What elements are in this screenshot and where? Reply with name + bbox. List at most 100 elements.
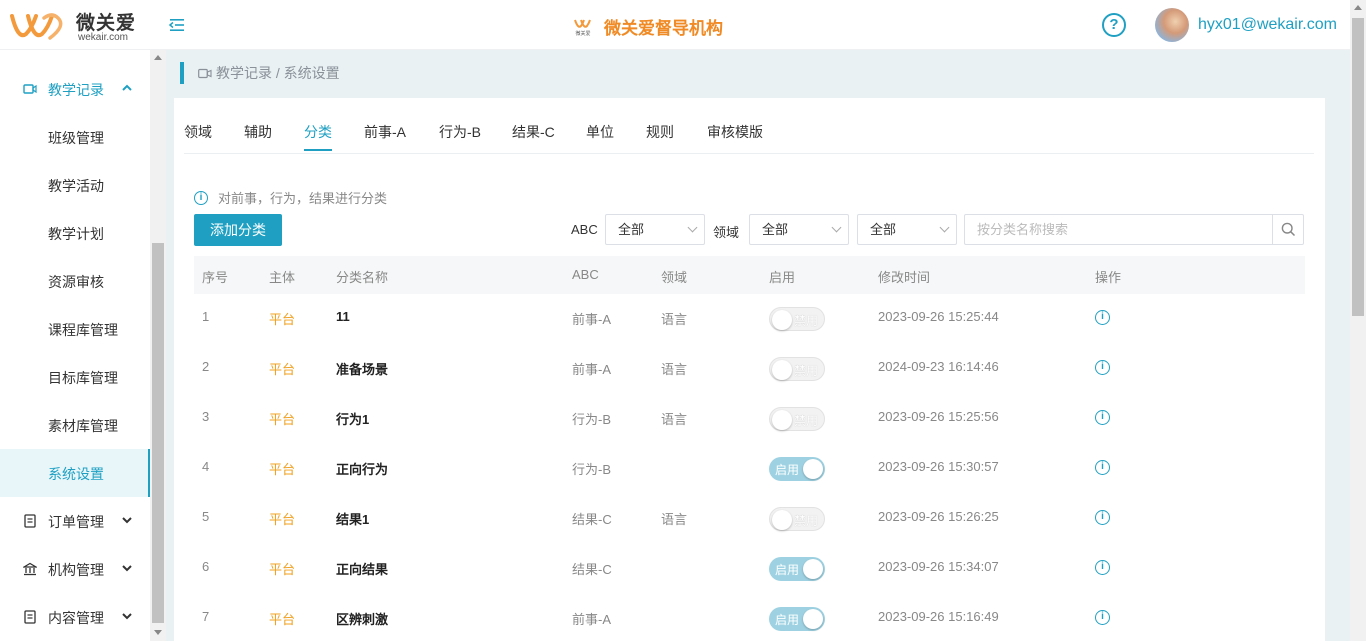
search-icon (1281, 222, 1296, 237)
cell-abc: 前事-A (572, 362, 612, 377)
enable-toggle[interactable]: 禁用 (769, 357, 825, 381)
scroll-down-arrow-icon[interactable] (154, 630, 162, 635)
org-logo-icon: 微关爱 (574, 19, 591, 37)
tab-assist[interactable]: 辅助 (244, 122, 272, 142)
sidebar-item-material-library[interactable]: 素材库管理 (0, 401, 150, 449)
table-row: 5 平台 结果1 结果-C 语言 禁用 2023-09-26 15:26:25 … (194, 494, 1305, 544)
toggle-text: 启用 (775, 563, 800, 577)
toggle-knob (772, 310, 792, 330)
enable-toggle[interactable]: 禁用 (769, 307, 825, 331)
tab-behavior-b[interactable]: 行为-B (439, 122, 481, 142)
tab-category[interactable]: 分类 (304, 122, 332, 151)
tab-domain[interactable]: 领域 (184, 122, 212, 142)
cell-abc: 结果-C (572, 562, 612, 577)
col-domain: 领域 (661, 270, 688, 285)
enable-toggle[interactable]: 启用 (769, 557, 825, 581)
nav-group-content[interactable]: 内容管理 (0, 593, 150, 641)
sidebar-item-class-management[interactable]: 班级管理 (0, 113, 150, 161)
col-abc: ABC (572, 267, 599, 282)
info-icon[interactable]: i (1095, 410, 1110, 425)
cell-abc: 行为-B (572, 412, 612, 427)
cell-name: 结果1 (336, 512, 370, 527)
nav-group-teaching-records[interactable]: 教学记录 (0, 65, 150, 113)
cell-subject: 平台 (269, 462, 296, 477)
logo-heart-icon (10, 13, 63, 40)
info-icon[interactable]: i (1095, 510, 1110, 525)
cell-index: 2 (202, 359, 210, 374)
enable-toggle[interactable]: 禁用 (769, 407, 825, 431)
sidebar-item-teaching-plan[interactable]: 教学计划 (0, 209, 150, 257)
org-name: 微关爱督导机构 (604, 18, 723, 38)
sidebar-item-teaching-activities[interactable]: 教学活动 (0, 161, 150, 209)
help-icon[interactable]: ? (1102, 13, 1126, 37)
cell-subject: 平台 (269, 562, 296, 577)
scroll-up-arrow-icon[interactable] (1354, 5, 1362, 10)
chevron-down-icon (831, 222, 842, 233)
col-enabled: 启用 (769, 270, 796, 285)
scrollbar-thumb[interactable] (1352, 18, 1364, 316)
col-actions: 操作 (1095, 270, 1122, 285)
info-icon[interactable]: i (1095, 610, 1110, 625)
enable-toggle[interactable]: 启用 (769, 457, 825, 481)
info-icon[interactable]: i (1095, 560, 1110, 575)
tab-consequence-c[interactable]: 结果-C (512, 122, 555, 142)
category-search-input[interactable] (964, 214, 1273, 245)
tab-review-template[interactable]: 审核模版 (707, 122, 763, 142)
sidebar-item-label: 课程库管理 (48, 322, 118, 338)
abc-filter-value: 全部 (618, 222, 645, 237)
cell-name: 正向结果 (336, 562, 389, 577)
cell-subject: 平台 (269, 512, 296, 527)
enable-toggle[interactable]: 禁用 (769, 507, 825, 531)
cell-domain: 语言 (661, 312, 688, 327)
domain-filter-select[interactable]: 全部 (749, 214, 849, 245)
sidebar-item-label: 素材库管理 (48, 418, 118, 434)
hint-label: 对前事，行为，结果进行分类 (218, 191, 388, 206)
sidebar-scrollbar[interactable] (150, 50, 166, 641)
nav-group-orders[interactable]: 订单管理 (0, 497, 150, 545)
avatar[interactable] (1155, 8, 1189, 42)
sidebar-item-goal-library[interactable]: 目标库管理 (0, 353, 150, 401)
tab-antecedent-a[interactable]: 前事-A (364, 122, 406, 142)
info-icon[interactable]: i (1095, 360, 1110, 375)
logo-text-en: wekair.com (78, 32, 129, 43)
info-icon[interactable]: i (1095, 460, 1110, 475)
hint-text: i 对前事，行为，结果进行分类 (194, 188, 387, 207)
toggle-knob (803, 559, 823, 579)
sidebar-item-label: 资源审核 (48, 274, 104, 290)
sidebar-item-label: 教学活动 (48, 178, 104, 194)
sidebar-item-resource-review[interactable]: 资源审核 (0, 257, 150, 305)
info-icon[interactable]: i (1095, 310, 1110, 325)
table-row: 7 平台 区辨刺激 前事-A 启用 2023-09-26 15:16:49 i (194, 594, 1305, 641)
toggle-text: 禁用 (793, 314, 818, 328)
cell-abc: 行为-B (572, 462, 612, 477)
abc-filter-select[interactable]: 全部 (605, 214, 705, 245)
nav-group-label: 内容管理 (48, 610, 104, 626)
collapse-menu-icon[interactable] (168, 16, 186, 34)
sidebar: 教学记录 班级管理 教学活动 教学计划 资源审核 课程库管理 目标库管理 素材库… (0, 50, 150, 641)
toggle-text: 禁用 (793, 514, 818, 528)
scroll-up-arrow-icon[interactable] (154, 55, 162, 60)
document-icon (24, 514, 36, 528)
video-camera-icon (198, 68, 212, 78)
cell-modified: 2023-09-26 15:16:49 (878, 609, 999, 624)
toggle-knob (803, 609, 823, 629)
page-scrollbar[interactable] (1350, 0, 1366, 641)
toggle-text: 启用 (775, 463, 800, 477)
search-button[interactable] (1272, 214, 1304, 245)
nav-group-institutions[interactable]: 机构管理 (0, 545, 150, 593)
cell-index: 1 (202, 309, 210, 324)
sidebar-item-course-library[interactable]: 课程库管理 (0, 305, 150, 353)
sidebar-item-label: 教学计划 (48, 226, 104, 242)
third-filter-select[interactable]: 全部 (857, 214, 957, 245)
top-header: 微关爱 wekair.com 微关爱 微关爱督导机构 ? hyx01@wekai… (0, 0, 1350, 50)
tab-unit[interactable]: 单位 (586, 122, 614, 142)
cell-index: 6 (202, 559, 210, 574)
sidebar-item-system-settings[interactable]: 系统设置 (0, 449, 150, 497)
user-email[interactable]: hyx01@wekair.com (1198, 16, 1337, 34)
cell-modified: 2023-09-26 15:26:25 (878, 509, 999, 524)
scrollbar-thumb[interactable] (152, 243, 164, 623)
tab-rules[interactable]: 规则 (646, 122, 674, 142)
add-category-button[interactable]: 添加分类 (194, 214, 282, 246)
brand-logo[interactable]: 微关爱 wekair.com (8, 6, 138, 46)
enable-toggle[interactable]: 启用 (769, 607, 825, 631)
